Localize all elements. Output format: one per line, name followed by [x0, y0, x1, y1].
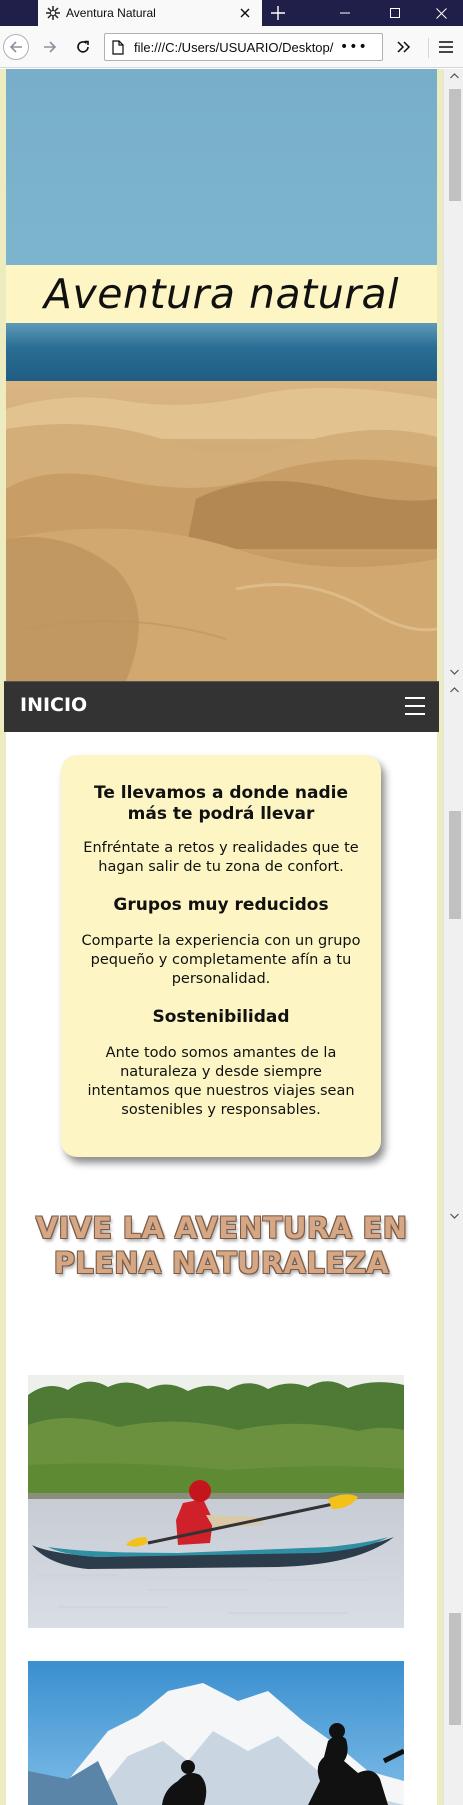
chevron-down-icon[interactable]	[444, 1209, 463, 1223]
nav-bar: INICIO	[4, 681, 439, 732]
maximize-icon[interactable]	[373, 0, 417, 26]
main-content: Te llevamos a donde nadie más te podrá l…	[6, 733, 437, 1805]
hero-scroll-thumb[interactable]	[449, 89, 461, 201]
minimize-icon[interactable]	[323, 0, 367, 26]
nav-home-link[interactable]: INICIO	[20, 694, 87, 716]
mountain-photo	[28, 1661, 404, 1805]
card-heading-groups: Grupos muy reducidos	[113, 895, 329, 915]
page-viewport: Aventura natural INICIO Te llevamos a do…	[0, 69, 463, 1805]
card-text-travel: Enfréntate a retos y realidades que te h…	[83, 840, 359, 875]
browser-titlebar: Aventura Natural	[0, 0, 463, 26]
favicon-icon	[46, 6, 60, 20]
content-scroll-thumb[interactable]	[449, 811, 461, 919]
window-close-icon[interactable]	[419, 0, 463, 26]
adventure-heading: VIVE LA AVENTURA EN PLENA NATURALEZA	[35, 1211, 408, 1280]
back-arrow-icon[interactable]	[3, 34, 29, 60]
page-icon	[112, 39, 126, 55]
reload-icon[interactable]	[70, 34, 96, 60]
url-text[interactable]: file:///C:/Users/USUARIO/Desktop/e	[134, 40, 334, 55]
card-heading-travel: Te llevamos a donde nadie más te podrá l…	[93, 783, 348, 824]
plus-icon[interactable]	[268, 3, 288, 23]
browser-tab[interactable]: Aventura Natural	[38, 0, 262, 26]
page-actions-button[interactable]: •••	[340, 39, 368, 55]
close-icon[interactable]	[236, 4, 254, 22]
hamburger-menu-icon[interactable]	[433, 34, 459, 60]
forward-arrow-icon[interactable]	[37, 34, 63, 60]
lower-scroll-thumb[interactable]	[449, 1613, 461, 1725]
card-heading-sustainability: Sostenibilidad	[152, 1007, 290, 1027]
overflow-chevrons-icon[interactable]	[391, 34, 417, 60]
card-text-groups: Comparte la experiencia con un grupo peq…	[81, 933, 361, 987]
chevron-up-icon[interactable]	[444, 69, 463, 83]
hero-title: Aventura natural	[43, 270, 400, 318]
chevron-up-icon[interactable]	[444, 683, 463, 697]
hero-title-band: Aventura natural	[6, 265, 437, 323]
tab-title: Aventura Natural	[66, 6, 156, 20]
hero-scrollbar[interactable]	[443, 69, 463, 681]
hamburger-icon[interactable]	[405, 697, 425, 715]
info-card: Te llevamos a donde nadie más te podrá l…	[61, 755, 381, 1157]
desert-image	[6, 69, 437, 681]
chevron-down-icon[interactable]	[444, 665, 463, 679]
content-scrollbar[interactable]	[443, 681, 463, 1805]
toolbar-separator	[428, 38, 429, 58]
browser-toolbar: file:///C:/Users/USUARIO/Desktop/e •••	[0, 26, 463, 68]
hero-banner: Aventura natural	[6, 69, 437, 681]
card-text-sustainability: Ante todo somos amantes de la naturaleza…	[87, 1045, 355, 1118]
url-bar[interactable]: file:///C:/Users/USUARIO/Desktop/e •••	[104, 33, 383, 61]
kayak-photo	[28, 1375, 404, 1628]
